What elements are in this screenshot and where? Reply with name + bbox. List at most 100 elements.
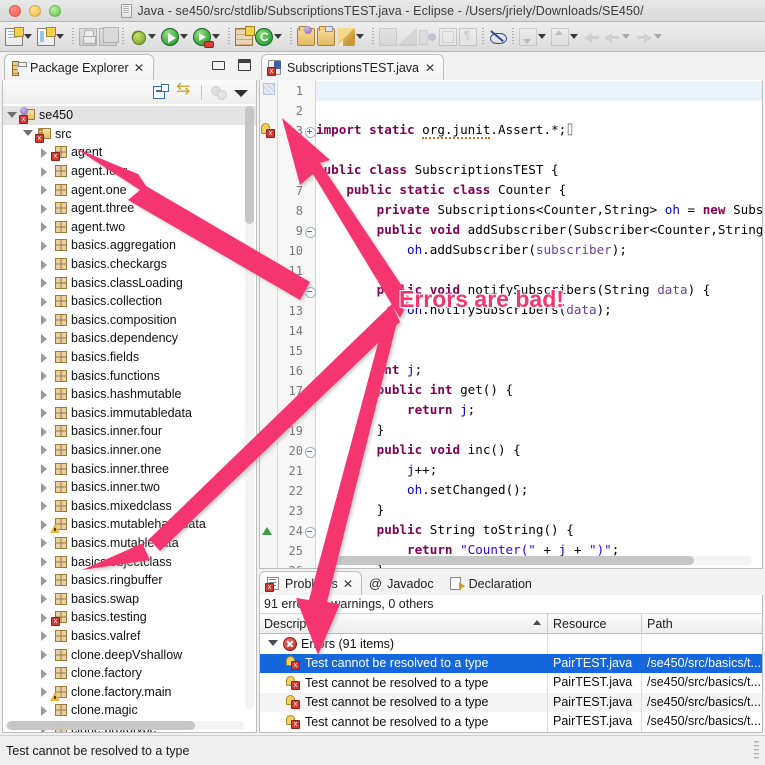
column-header-description[interactable]: Description (260, 614, 548, 634)
toolbar-button-external-tools[interactable] (192, 25, 224, 49)
column-header-path[interactable]: Path (642, 614, 762, 634)
toolbar-button-run[interactable] (160, 25, 192, 49)
code-line[interactable]: public int get() { (316, 380, 762, 400)
close-icon[interactable]: ✕ (133, 62, 144, 74)
chevron-right-icon[interactable] (39, 389, 50, 400)
collapse-all-icon[interactable] (153, 84, 169, 100)
tab-subscriptionstest-java[interactable]: x SubscriptionsTEST.java ✕ (261, 54, 444, 80)
tree-item-basics-collection[interactable]: basics.collection (3, 292, 256, 311)
code-line[interactable]: public static class Counter { (316, 180, 762, 200)
fold-collapse-icon[interactable] (305, 221, 316, 241)
chevron-right-icon[interactable] (39, 240, 50, 251)
toolbar-button-new-java-project[interactable] (36, 25, 68, 49)
tree-item-basics-inner-three[interactable]: basics.inner.three (3, 459, 256, 478)
maximize-icon[interactable] (238, 59, 251, 71)
chevron-down-icon[interactable] (7, 110, 18, 121)
chevron-down-icon[interactable] (148, 34, 156, 39)
tree-item-agent-one[interactable]: agent.one (3, 180, 256, 199)
tree-item-basics-aggregation[interactable]: basics.aggregation (3, 236, 256, 255)
view-menu-icon[interactable] (234, 90, 248, 97)
package-explorer-tree[interactable]: xse450xsrcxagentagent.fouragent.oneagent… (2, 104, 257, 733)
problems-group-row[interactable]: Errors (91 items) (260, 634, 762, 654)
toolbar-button-debug[interactable] (128, 25, 160, 49)
code-line[interactable]: public void inc() { (316, 440, 762, 460)
toolbar-button-new-file[interactable] (4, 25, 36, 49)
tree-item-basics-ringbuffer[interactable]: basics.ringbuffer (3, 571, 256, 590)
toolbar-button-open-task[interactable] (316, 25, 336, 49)
tree-item-agent-two[interactable]: agent.two (3, 218, 256, 237)
problems-row[interactable]: xTest cannot be resolved to a typePairTE… (260, 732, 762, 734)
tree-item-agent[interactable]: xagent (3, 143, 256, 162)
tree-item-basics-swap[interactable]: basics.swap (3, 589, 256, 608)
problems-row[interactable]: xTest cannot be resolved to a typePairTE… (260, 693, 762, 713)
chevron-right-icon[interactable] (39, 519, 50, 530)
close-icon[interactable]: ✕ (425, 62, 436, 74)
code-line[interactable] (316, 140, 762, 160)
code-line[interactable]: return j; (316, 400, 762, 420)
chevron-down-icon[interactable] (212, 34, 220, 39)
fold-collapse-icon[interactable] (305, 281, 316, 301)
tree-item-basics-mixedclass[interactable]: basics.mixedclass (3, 496, 256, 515)
editor-horizontal-scrollbar-thumb[interactable] (322, 556, 694, 565)
code-line[interactable]: } (316, 500, 762, 520)
chevron-right-icon[interactable] (39, 482, 50, 493)
tree-item-clone-factory[interactable]: clone.factory (3, 664, 256, 683)
tab-javadoc[interactable]: @ Javadoc (362, 571, 443, 595)
chevron-down-icon[interactable] (268, 638, 279, 649)
chevron-right-icon[interactable] (39, 500, 50, 511)
tree-item-basics-functions[interactable]: basics.functions (3, 366, 256, 385)
code-line[interactable]: import static org.junit.Assert.*;⌷ (316, 120, 762, 140)
fold-collapse-icon[interactable] (305, 381, 316, 401)
tree-item-src[interactable]: xsrc (3, 125, 256, 144)
code-line[interactable]: int j; (316, 360, 762, 380)
fold-expand-icon[interactable] (305, 121, 316, 141)
code-line[interactable]: public String toString() { (316, 520, 762, 540)
tree-item-clone-factory-main[interactable]: clone.factory.main (3, 682, 256, 701)
code-line[interactable]: oh.setChanged(); (316, 480, 762, 500)
tree-item-basics-inner-one[interactable]: basics.inner.one (3, 441, 256, 460)
toolbar-button-search[interactable] (336, 25, 368, 49)
chevron-right-icon[interactable] (39, 221, 50, 232)
chevron-right-icon[interactable] (39, 314, 50, 325)
tree-item-basics-checkargs[interactable]: basics.checkargs (3, 255, 256, 274)
chevron-right-icon[interactable] (39, 537, 50, 548)
tree-horizontal-scrollbar-thumb[interactable] (7, 721, 195, 730)
code-line[interactable] (316, 340, 762, 360)
tree-item-basics-inner-four[interactable]: basics.inner.four (3, 422, 256, 441)
chevron-down-icon[interactable] (274, 34, 282, 39)
minimize-icon[interactable] (212, 61, 225, 70)
chevron-right-icon[interactable] (39, 556, 50, 567)
chevron-right-icon[interactable] (39, 407, 50, 418)
problems-row[interactable]: xTest cannot be resolved to a typePairTE… (260, 654, 762, 674)
chevron-right-icon[interactable] (39, 277, 50, 288)
tree-item-se450[interactable]: xse450 (3, 106, 256, 125)
toolbar-button-open-type[interactable] (296, 25, 316, 49)
annotation-ruler[interactable]: xx (260, 80, 278, 568)
toolbar-button-new-package[interactable] (234, 25, 254, 49)
tree-item-clone-magic[interactable]: clone.magic (3, 701, 256, 720)
problems-row[interactable]: xTest cannot be resolved to a typePairTE… (260, 673, 762, 693)
link-with-editor-icon[interactable] (176, 84, 192, 100)
chevron-right-icon[interactable] (39, 575, 50, 586)
chevron-down-icon[interactable] (180, 34, 188, 39)
code-line[interactable]: } (316, 260, 762, 280)
chevron-right-icon[interactable] (39, 352, 50, 363)
code-text[interactable]: package stdlib; import static org.junit.… (316, 80, 762, 568)
chevron-down-icon[interactable] (24, 34, 32, 39)
tree-item-agent-four[interactable]: agent.four (3, 162, 256, 181)
code-line[interactable]: public class SubscriptionsTEST { (316, 160, 762, 180)
tree-item-agent-three[interactable]: agent.three (3, 199, 256, 218)
chevron-right-icon[interactable] (39, 184, 50, 195)
tab-declaration[interactable]: Declaration (443, 571, 541, 595)
code-editor[interactable]: xx 1235678910111213141516171819202122232… (259, 80, 763, 569)
fold-collapse-icon[interactable] (305, 441, 316, 461)
fold-collapse-icon[interactable] (305, 521, 316, 541)
tab-problems[interactable]: x Problems ✕ (259, 571, 362, 595)
chevron-right-icon[interactable] (39, 426, 50, 437)
tree-item-basics-immutabledata[interactable]: basics.immutabledata (3, 404, 256, 423)
tree-item-basics-valref[interactable]: basics.valref (3, 627, 256, 646)
chevron-down-icon[interactable] (23, 128, 34, 139)
tab-package-explorer[interactable]: Package Explorer ✕ (4, 54, 154, 80)
code-line[interactable]: private Subscriptions<Counter,String> oh… (316, 200, 762, 220)
code-line[interactable]: public void addSubscriber(Subscriber<Cou… (316, 220, 762, 240)
